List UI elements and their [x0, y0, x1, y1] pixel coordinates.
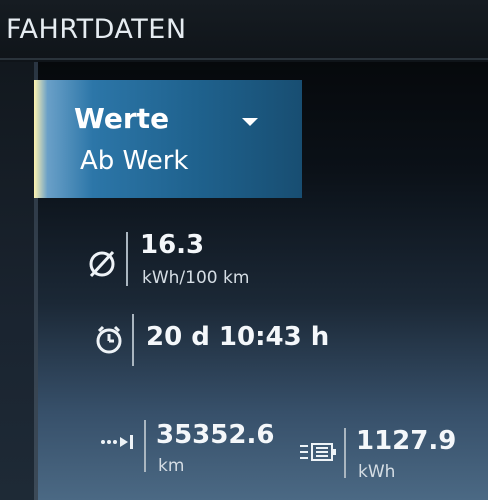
dropdown-label: Werte	[74, 102, 170, 135]
header-bar: FAHRTDATEN	[0, 0, 488, 62]
energy-value: 1127.9	[356, 426, 457, 456]
consumption-unit: kWh/100 km	[142, 268, 250, 288]
drive-time-value: 20 d 10:43 h	[146, 322, 330, 352]
row-divider	[126, 232, 128, 286]
row-divider	[344, 428, 346, 478]
stopwatch-icon	[96, 325, 122, 354]
distance-unit: km	[158, 456, 185, 476]
chevron-down-icon	[242, 118, 258, 126]
distance-value: 35352.6	[156, 420, 275, 450]
row-divider	[132, 314, 134, 366]
values-dropdown[interactable]: Werte Ab Werk	[34, 80, 302, 198]
battery-flow-icon	[300, 443, 336, 461]
distance-icon	[101, 435, 133, 449]
header-divider	[0, 58, 488, 60]
page-title: FAHRTDATEN	[6, 14, 187, 45]
row-divider	[144, 420, 146, 472]
energy-unit: kWh	[358, 462, 396, 482]
consumption-value: 16.3	[140, 230, 205, 260]
average-icon	[89, 250, 115, 278]
sidebar	[0, 62, 34, 500]
dropdown-value: Ab Werk	[80, 146, 189, 176]
